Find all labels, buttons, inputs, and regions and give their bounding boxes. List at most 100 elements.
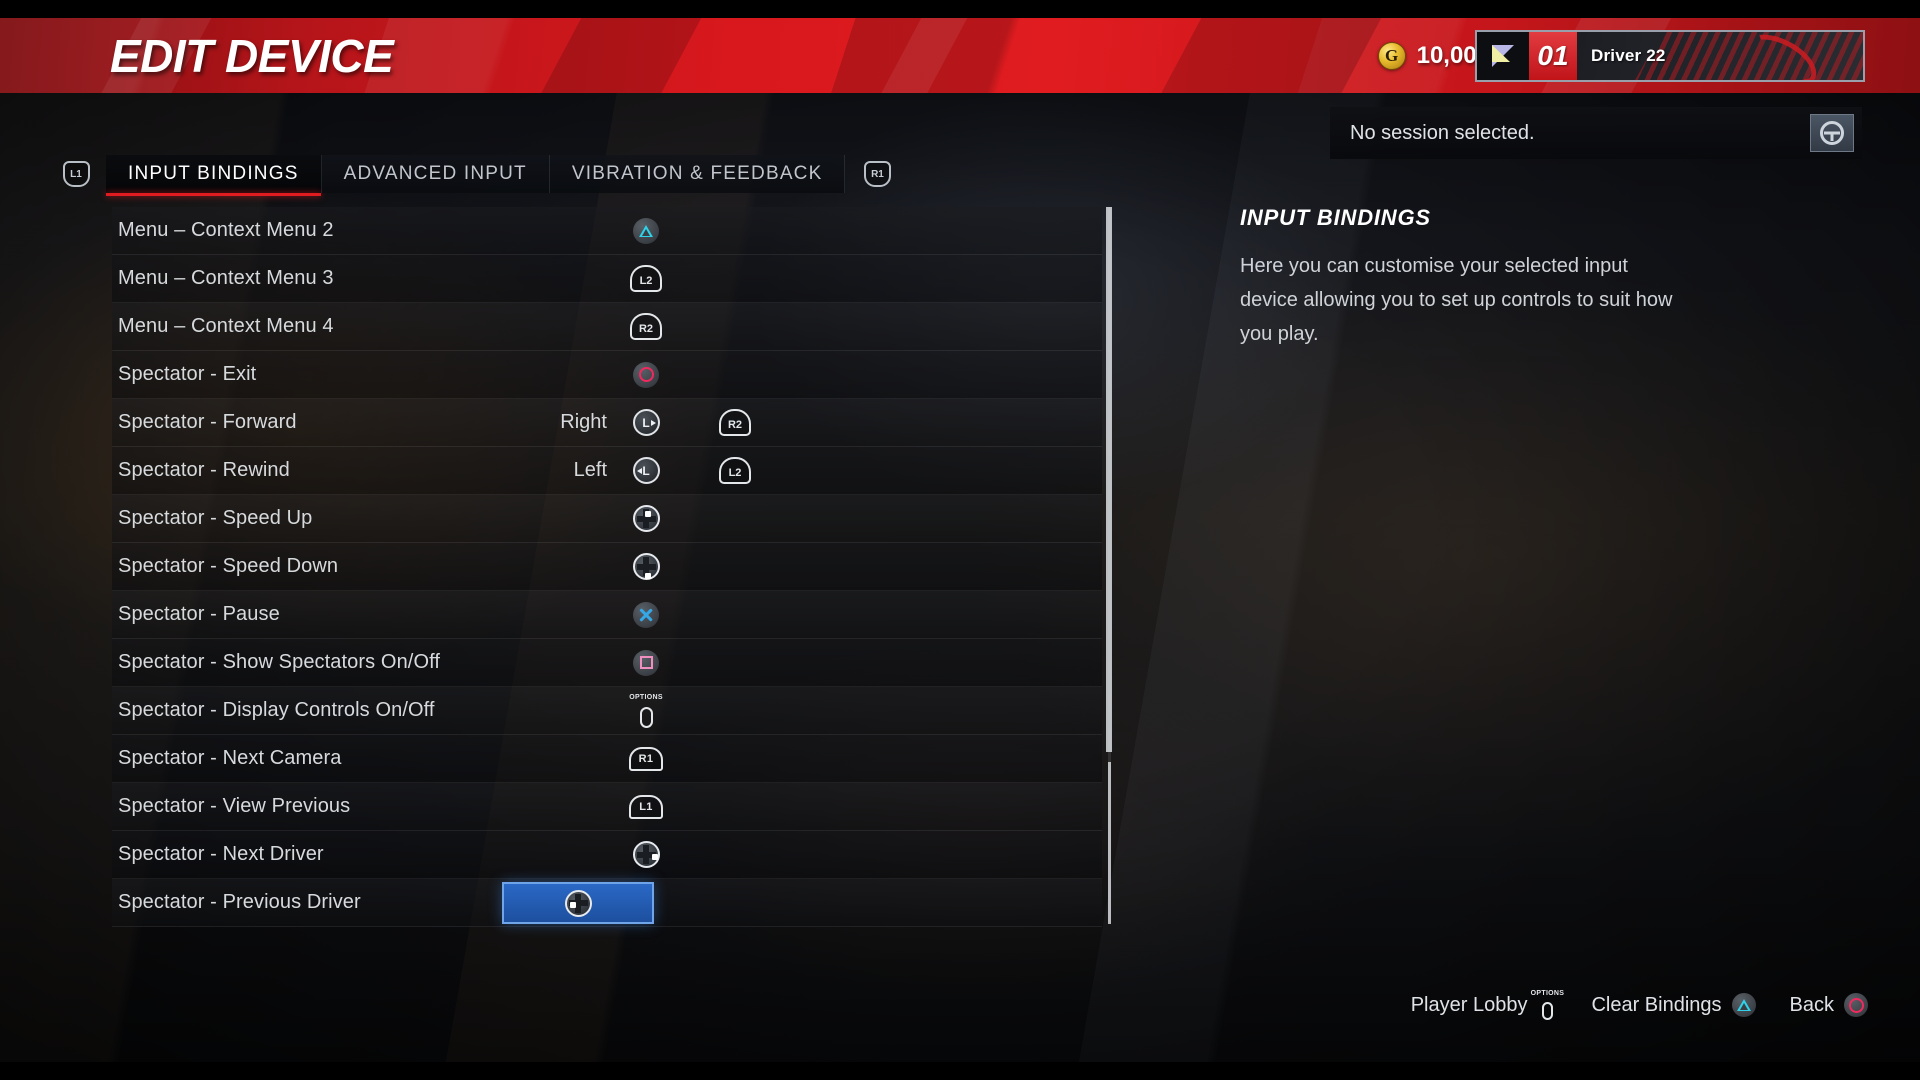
stick-label: L (642, 415, 650, 430)
page-title: EDIT DEVICE (110, 29, 394, 82)
table-row[interactable]: Spectator - Exit (112, 351, 1102, 399)
options-button-icon: OPTIONS (1531, 990, 1564, 1020)
binding-primary-icon[interactable] (607, 649, 685, 676)
r1-bumper-icon: R1 (629, 746, 663, 771)
table-row[interactable]: Spectator - Speed Down (112, 543, 1102, 591)
square-button-icon (633, 649, 659, 676)
binding-primary-icon[interactable]: OPTIONS (607, 694, 685, 728)
binding-value: Right (560, 411, 607, 433)
circle-button-icon (633, 361, 659, 388)
binding-value: Left (573, 459, 607, 481)
r1-bumper-icon: R1 (863, 161, 891, 187)
info-panel-body: Here you can customise your selected inp… (1240, 255, 1673, 345)
binding-action-label: Menu – Context Menu 4 (118, 315, 334, 337)
options-button-label: OPTIONS (1530, 990, 1565, 997)
tab-input-bindings[interactable]: INPUT BINDINGS (106, 155, 322, 196)
binding-primary-icon[interactable] (607, 601, 685, 628)
tab-advanced-input[interactable]: ADVANCED INPUT (321, 155, 550, 193)
gold-credit-coin-icon: G (1377, 41, 1406, 70)
binding-action-label: Spectator - Next Driver (118, 843, 324, 865)
table-row[interactable]: Menu – Context Menu 4 R2 (112, 303, 1102, 351)
table-row[interactable]: Menu – Context Menu 2 (112, 207, 1102, 255)
table-row[interactable]: Spectator - Pause (112, 591, 1102, 639)
binding-secondary-icon[interactable]: R2 (685, 409, 785, 436)
table-row[interactable]: Spectator - Show Spectators On/Off (112, 639, 1102, 687)
footer-clear-bindings[interactable]: Clear Bindings (1591, 993, 1756, 1017)
tab-vibration-feedback[interactable]: VIBRATION & FEEDBACK (549, 155, 846, 193)
stick-label: L (642, 463, 650, 478)
dpad-left-icon (564, 889, 592, 917)
info-panel: INPUT BINDINGS Here you can customise yo… (1240, 205, 1860, 380)
binding-primary-icon[interactable]: R1 (607, 746, 685, 771)
letterbox-bottom (0, 1062, 1920, 1080)
driver-card[interactable]: 01 Driver 22 (1475, 29, 1865, 82)
page-header: EDIT DEVICE G 10,000 01 Driver 22 (0, 18, 1920, 93)
binding-primary-icon[interactable] (607, 505, 685, 532)
table-row[interactable]: Spectator - Next Camera R1 (112, 735, 1102, 783)
table-row[interactable]: Spectator - Next Driver (112, 831, 1102, 879)
binding-primary-icon[interactable] (607, 361, 685, 388)
team-flag-icon (1477, 31, 1529, 80)
session-status-bar: No session selected. (1330, 107, 1862, 159)
session-status-text: No session selected. (1350, 121, 1535, 144)
bindings-list[interactable]: Menu – Context Menu 2 Menu – Context Men… (112, 207, 1102, 927)
table-row[interactable]: Spectator - Display Controls On/Off OPTI… (112, 687, 1102, 735)
binding-action-label: Menu – Context Menu 2 (118, 219, 334, 241)
dpad-up-icon (632, 505, 660, 532)
r2-trigger-icon: R2 (719, 409, 751, 436)
l2-trigger-icon: L2 (719, 457, 751, 484)
scrollbar-thumb[interactable] (1106, 207, 1112, 752)
footer-back[interactable]: Back (1790, 993, 1868, 1017)
steering-wheel-icon[interactable] (1810, 114, 1854, 152)
l1-bumper-icon: L1 (62, 161, 90, 187)
r2-trigger-icon: R2 (630, 313, 662, 340)
binding-primary-icon[interactable]: R2 (607, 313, 685, 340)
footer-actions: Player Lobby OPTIONS Clear Bindings Back (1411, 990, 1868, 1020)
binding-primary-icon[interactable] (607, 553, 685, 580)
footer-player-lobby[interactable]: Player Lobby OPTIONS (1410, 990, 1564, 1020)
binding-primary-icon[interactable]: L1 (607, 794, 685, 819)
binding-primary-icon[interactable]: L (607, 457, 685, 484)
scrollbar-lower-segment[interactable] (1108, 762, 1111, 924)
binding-action-label: Spectator - Speed Up (118, 507, 313, 529)
info-panel-title: INPUT BINDINGS (1240, 205, 1431, 230)
left-stick-right-icon: L (632, 409, 660, 436)
binding-primary-icon[interactable] (607, 217, 685, 244)
table-row[interactable]: Menu – Context Menu 3 L2 (112, 255, 1102, 303)
l1-bumper-icon: L1 (629, 794, 663, 819)
table-row[interactable]: Spectator - View Previous L1 (112, 783, 1102, 831)
table-row[interactable]: Spectator - Forward Right L R2 (112, 399, 1102, 447)
binding-action-label: Spectator - Show Spectators On/Off (118, 651, 441, 673)
binding-primary-icon[interactable]: L2 (607, 265, 685, 292)
credits-display: G 10,000 (1377, 41, 1490, 70)
binding-primary-icon[interactable] (607, 841, 685, 868)
binding-primary-icon[interactable]: L (607, 409, 685, 436)
r1-bumper-hint: R1 (861, 155, 893, 193)
header-streak (868, 18, 978, 93)
table-row[interactable]: Spectator - Rewind Left L L2 (112, 447, 1102, 495)
triangle-button-icon (633, 217, 659, 244)
binding-action-label: Spectator - Rewind (118, 459, 290, 481)
binding-action-label: Spectator - Display Controls On/Off (118, 699, 435, 721)
letterbox-top (0, 0, 1920, 18)
cross-button-icon (633, 601, 659, 628)
footer-player-lobby-label: Player Lobby (1410, 993, 1528, 1016)
left-stick-left-icon: L (632, 457, 660, 484)
binding-secondary-icon[interactable]: L2 (685, 457, 785, 484)
footer-clear-bindings-label: Clear Bindings (1591, 993, 1722, 1016)
l2-trigger-icon: L2 (630, 265, 662, 292)
triangle-button-icon (1731, 993, 1756, 1017)
driver-name: Driver 22 (1591, 45, 1666, 65)
binding-action-label: Spectator - Forward (118, 411, 297, 433)
circle-button-icon (1844, 993, 1868, 1017)
table-row[interactable]: Spectator - Speed Up (112, 495, 1102, 543)
binding-selection-highlight[interactable] (502, 882, 654, 924)
driver-number: 01 (1529, 31, 1577, 80)
binding-action-label: Spectator - Exit (118, 363, 257, 385)
binding-action-label: Spectator - Previous Driver (118, 891, 361, 913)
dpad-right-icon (632, 841, 660, 868)
header-streak (1148, 18, 1392, 93)
table-row-selected[interactable]: Spectator - Previous Driver (112, 879, 1102, 927)
options-button-label: OPTIONS (629, 693, 663, 701)
tab-bar: L1 INPUT BINDINGS ADVANCED INPUT VIBRATI… (60, 155, 893, 196)
